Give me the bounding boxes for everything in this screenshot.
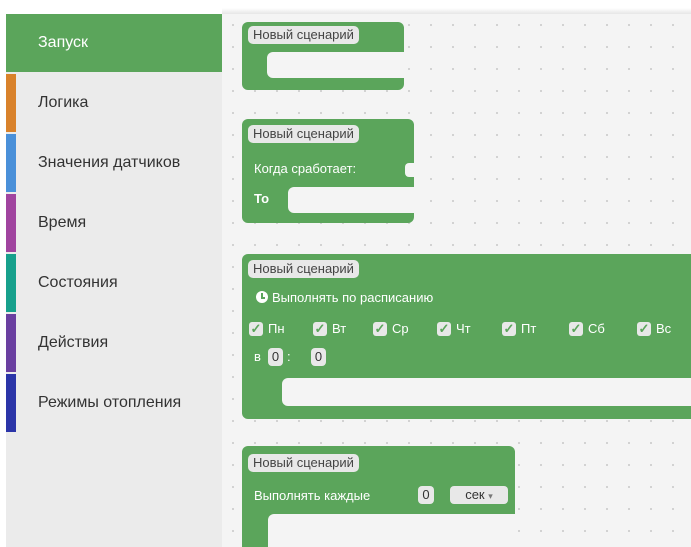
category-color-stripe	[6, 314, 16, 372]
category-label: Состояния	[38, 274, 118, 291]
scenario-title[interactable]: Новый сценарий	[248, 26, 359, 44]
day-label: Ср	[392, 321, 409, 336]
day-label: Вт	[332, 321, 347, 336]
schedule-label: Выполнять по расписанию	[272, 290, 434, 305]
day-checkbox-fri[interactable]: ✓	[502, 322, 516, 336]
scenario-block[interactable]: Новый сценарий Выполнять по расписанию ✓…	[242, 254, 691, 419]
scenario-title[interactable]: Новый сценарий	[248, 454, 359, 472]
unit-value: сек	[465, 487, 485, 502]
category-color-stripe	[6, 254, 16, 312]
category-time[interactable]: Время	[6, 194, 222, 252]
day-label: Пт	[521, 321, 537, 336]
scenario-block[interactable]: Новый сценарий	[242, 22, 404, 90]
day-checkbox-tue[interactable]: ✓	[313, 322, 327, 336]
category-label: Логика	[38, 94, 89, 111]
category-color-stripe	[6, 74, 16, 132]
dropdown-arrow-icon: ▾	[488, 491, 493, 501]
blocks-workspace[interactable]: Новый сценарий Новый сценарий Когда сраб…	[222, 14, 691, 547]
schedule-row: Выполнять по расписанию	[256, 290, 433, 305]
category-states[interactable]: Состояния	[6, 254, 222, 312]
statement-slot[interactable]	[267, 52, 404, 78]
category-color-stripe	[6, 134, 16, 192]
category-launch[interactable]: Запуск	[6, 14, 222, 72]
scenario-block[interactable]: Новый сценарий Выполнять каждые 0 сек ▾	[242, 446, 515, 547]
category-label: Время	[38, 214, 87, 231]
minute-field[interactable]: 0	[311, 348, 326, 366]
day-checkbox-mon[interactable]: ✓	[249, 322, 263, 336]
day-checkbox-sat[interactable]: ✓	[569, 322, 583, 336]
category-actions[interactable]: Действия	[6, 314, 222, 372]
category-color-stripe	[6, 14, 16, 72]
action-statement-slot[interactable]	[288, 187, 414, 213]
at-label: в	[254, 349, 261, 364]
category-color-stripe	[6, 194, 16, 252]
category-label: Запуск	[38, 34, 89, 51]
clock-icon	[256, 291, 268, 303]
day-label: Пн	[268, 321, 285, 336]
day-checkbox-wed[interactable]: ✓	[373, 322, 387, 336]
scenario-block[interactable]: Новый сценарий Когда сработает: То	[242, 119, 414, 223]
category-label: Режимы отопления	[38, 394, 182, 411]
then-label: То	[254, 191, 270, 206]
action-statement-slot[interactable]	[282, 378, 691, 406]
category-heating-modes[interactable]: Режимы отопления	[6, 374, 222, 432]
category-label: Действия	[38, 334, 109, 351]
scenario-title[interactable]: Новый сценарий	[248, 260, 359, 278]
action-statement-slot[interactable]	[268, 514, 515, 547]
hour-field[interactable]: 0	[268, 348, 283, 366]
day-checkbox-sun[interactable]: ✓	[637, 322, 651, 336]
category-label: Значения датчиков	[38, 154, 181, 171]
category-color-stripe	[6, 374, 16, 432]
day-label: Чт	[456, 321, 471, 336]
when-label: Когда сработает:	[254, 161, 357, 176]
day-label: Вс	[656, 321, 672, 336]
scenario-title[interactable]: Новый сценарий	[248, 125, 359, 143]
category-logic[interactable]: Логика	[6, 74, 222, 132]
repeat-label: Выполнять каждые	[254, 488, 371, 503]
day-label: Сб	[588, 321, 605, 336]
interval-field[interactable]: 0	[418, 486, 434, 504]
toolbox-sidebar: Запуск Логика Значения датчиков Время Со…	[6, 14, 222, 547]
day-checkbox-thu[interactable]: ✓	[437, 322, 451, 336]
category-sensor-values[interactable]: Значения датчиков	[6, 134, 222, 192]
time-separator: :	[287, 349, 291, 364]
condition-input-slot[interactable]	[405, 163, 414, 177]
unit-dropdown[interactable]: сек ▾	[450, 486, 508, 504]
